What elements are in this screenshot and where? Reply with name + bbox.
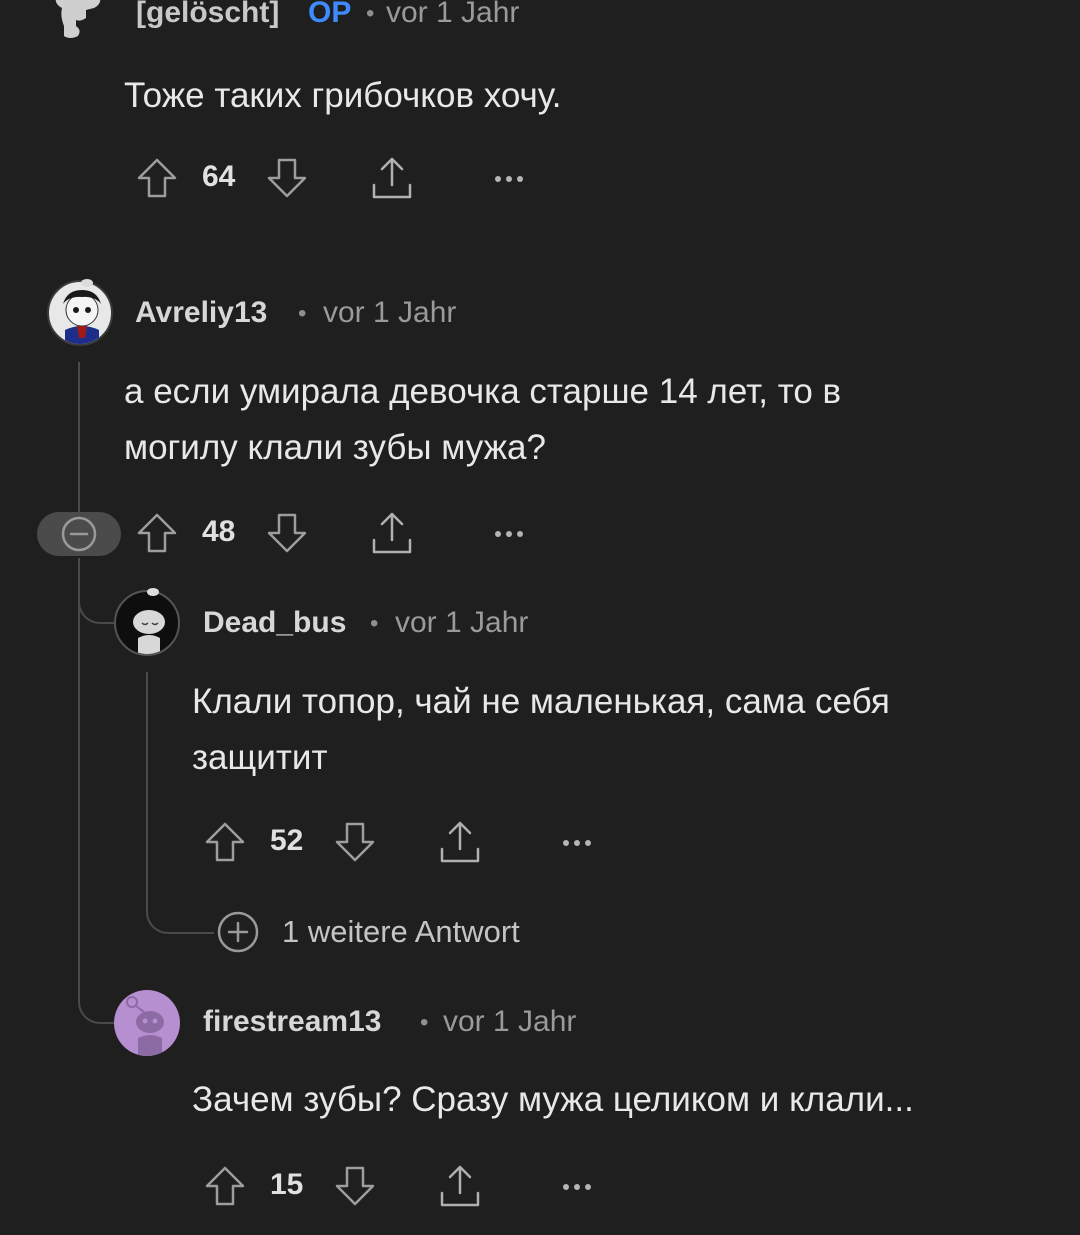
upvote-icon[interactable] <box>135 511 179 555</box>
thread-curve-dead-bus <box>78 560 116 624</box>
avatar-antenna <box>146 584 160 596</box>
thread-curve-firestream <box>78 960 116 1024</box>
downvote-icon[interactable] <box>333 820 377 864</box>
expand-plus-icon <box>217 911 259 953</box>
upvote-icon[interactable] <box>135 156 179 200</box>
more-options-icon[interactable] <box>562 1180 592 1194</box>
separator-dot: • <box>420 1009 429 1036</box>
comment-body-line-2: могилу клали зубы мужа? <box>124 428 546 467</box>
thread-line-main-lower <box>78 558 80 978</box>
share-icon[interactable] <box>368 510 416 558</box>
more-replies-label: 1 weitere Antwort <box>282 914 520 949</box>
comment-body-line-1: Клали топор, чай не маленькая, сама себя <box>192 682 890 721</box>
comment-timestamp: vor 1 Jahr <box>443 1005 577 1038</box>
downvote-icon[interactable] <box>265 156 309 200</box>
vote-count: 15 <box>270 1168 304 1201</box>
more-replies-button[interactable]: 1 weitere Antwort <box>212 908 562 956</box>
separator-dot: • <box>366 0 375 27</box>
comment-author[interactable]: [gelöscht] <box>136 0 279 30</box>
separator-dot: • <box>370 610 379 637</box>
avatar[interactable] <box>47 280 113 346</box>
comment-body-line-2: защитит <box>192 738 328 777</box>
downvote-icon[interactable] <box>265 511 309 555</box>
collapse-minus-icon <box>61 516 97 552</box>
comment-timestamp: vor 1 Jahr <box>395 606 529 639</box>
comment-author[interactable]: Avreliy13 <box>135 296 267 330</box>
comment-timestamp: vor 1 Jahr <box>386 0 520 29</box>
avatar[interactable] <box>114 990 180 1056</box>
deleted-user-avatar[interactable] <box>50 0 106 48</box>
comment-body: Тоже таких грибочков хочу. <box>124 76 562 115</box>
thread-line-dead-bus <box>146 672 148 892</box>
vote-count: 48 <box>202 515 236 548</box>
vote-count: 64 <box>202 160 236 193</box>
comment-body: Зачем зубы? Сразу мужа целиком и клали..… <box>192 1080 914 1119</box>
comment-body-line-1: а если умирала девочка старше 14 лет, то… <box>124 372 842 411</box>
comment-author[interactable]: Dead_bus <box>203 606 346 640</box>
op-badge: OP <box>308 0 352 29</box>
more-options-icon[interactable] <box>494 527 524 541</box>
comment-author[interactable]: firestream13 <box>203 1005 381 1039</box>
thread-line-main <box>78 362 80 512</box>
downvote-icon[interactable] <box>333 1164 377 1208</box>
vote-count: 52 <box>270 824 304 857</box>
more-options-icon[interactable] <box>562 836 592 850</box>
upvote-icon[interactable] <box>203 820 247 864</box>
avatar[interactable] <box>114 590 180 656</box>
comment-timestamp: vor 1 Jahr <box>323 296 457 329</box>
upvote-icon[interactable] <box>203 1164 247 1208</box>
separator-dot: • <box>298 300 307 327</box>
thread-curve-more-replies <box>146 870 214 934</box>
share-icon[interactable] <box>368 155 416 203</box>
more-options-icon[interactable] <box>494 172 524 186</box>
share-icon[interactable] <box>436 1163 484 1211</box>
collapse-thread-button[interactable] <box>37 512 121 556</box>
share-icon[interactable] <box>436 819 484 867</box>
avatar-antenna <box>80 275 94 287</box>
